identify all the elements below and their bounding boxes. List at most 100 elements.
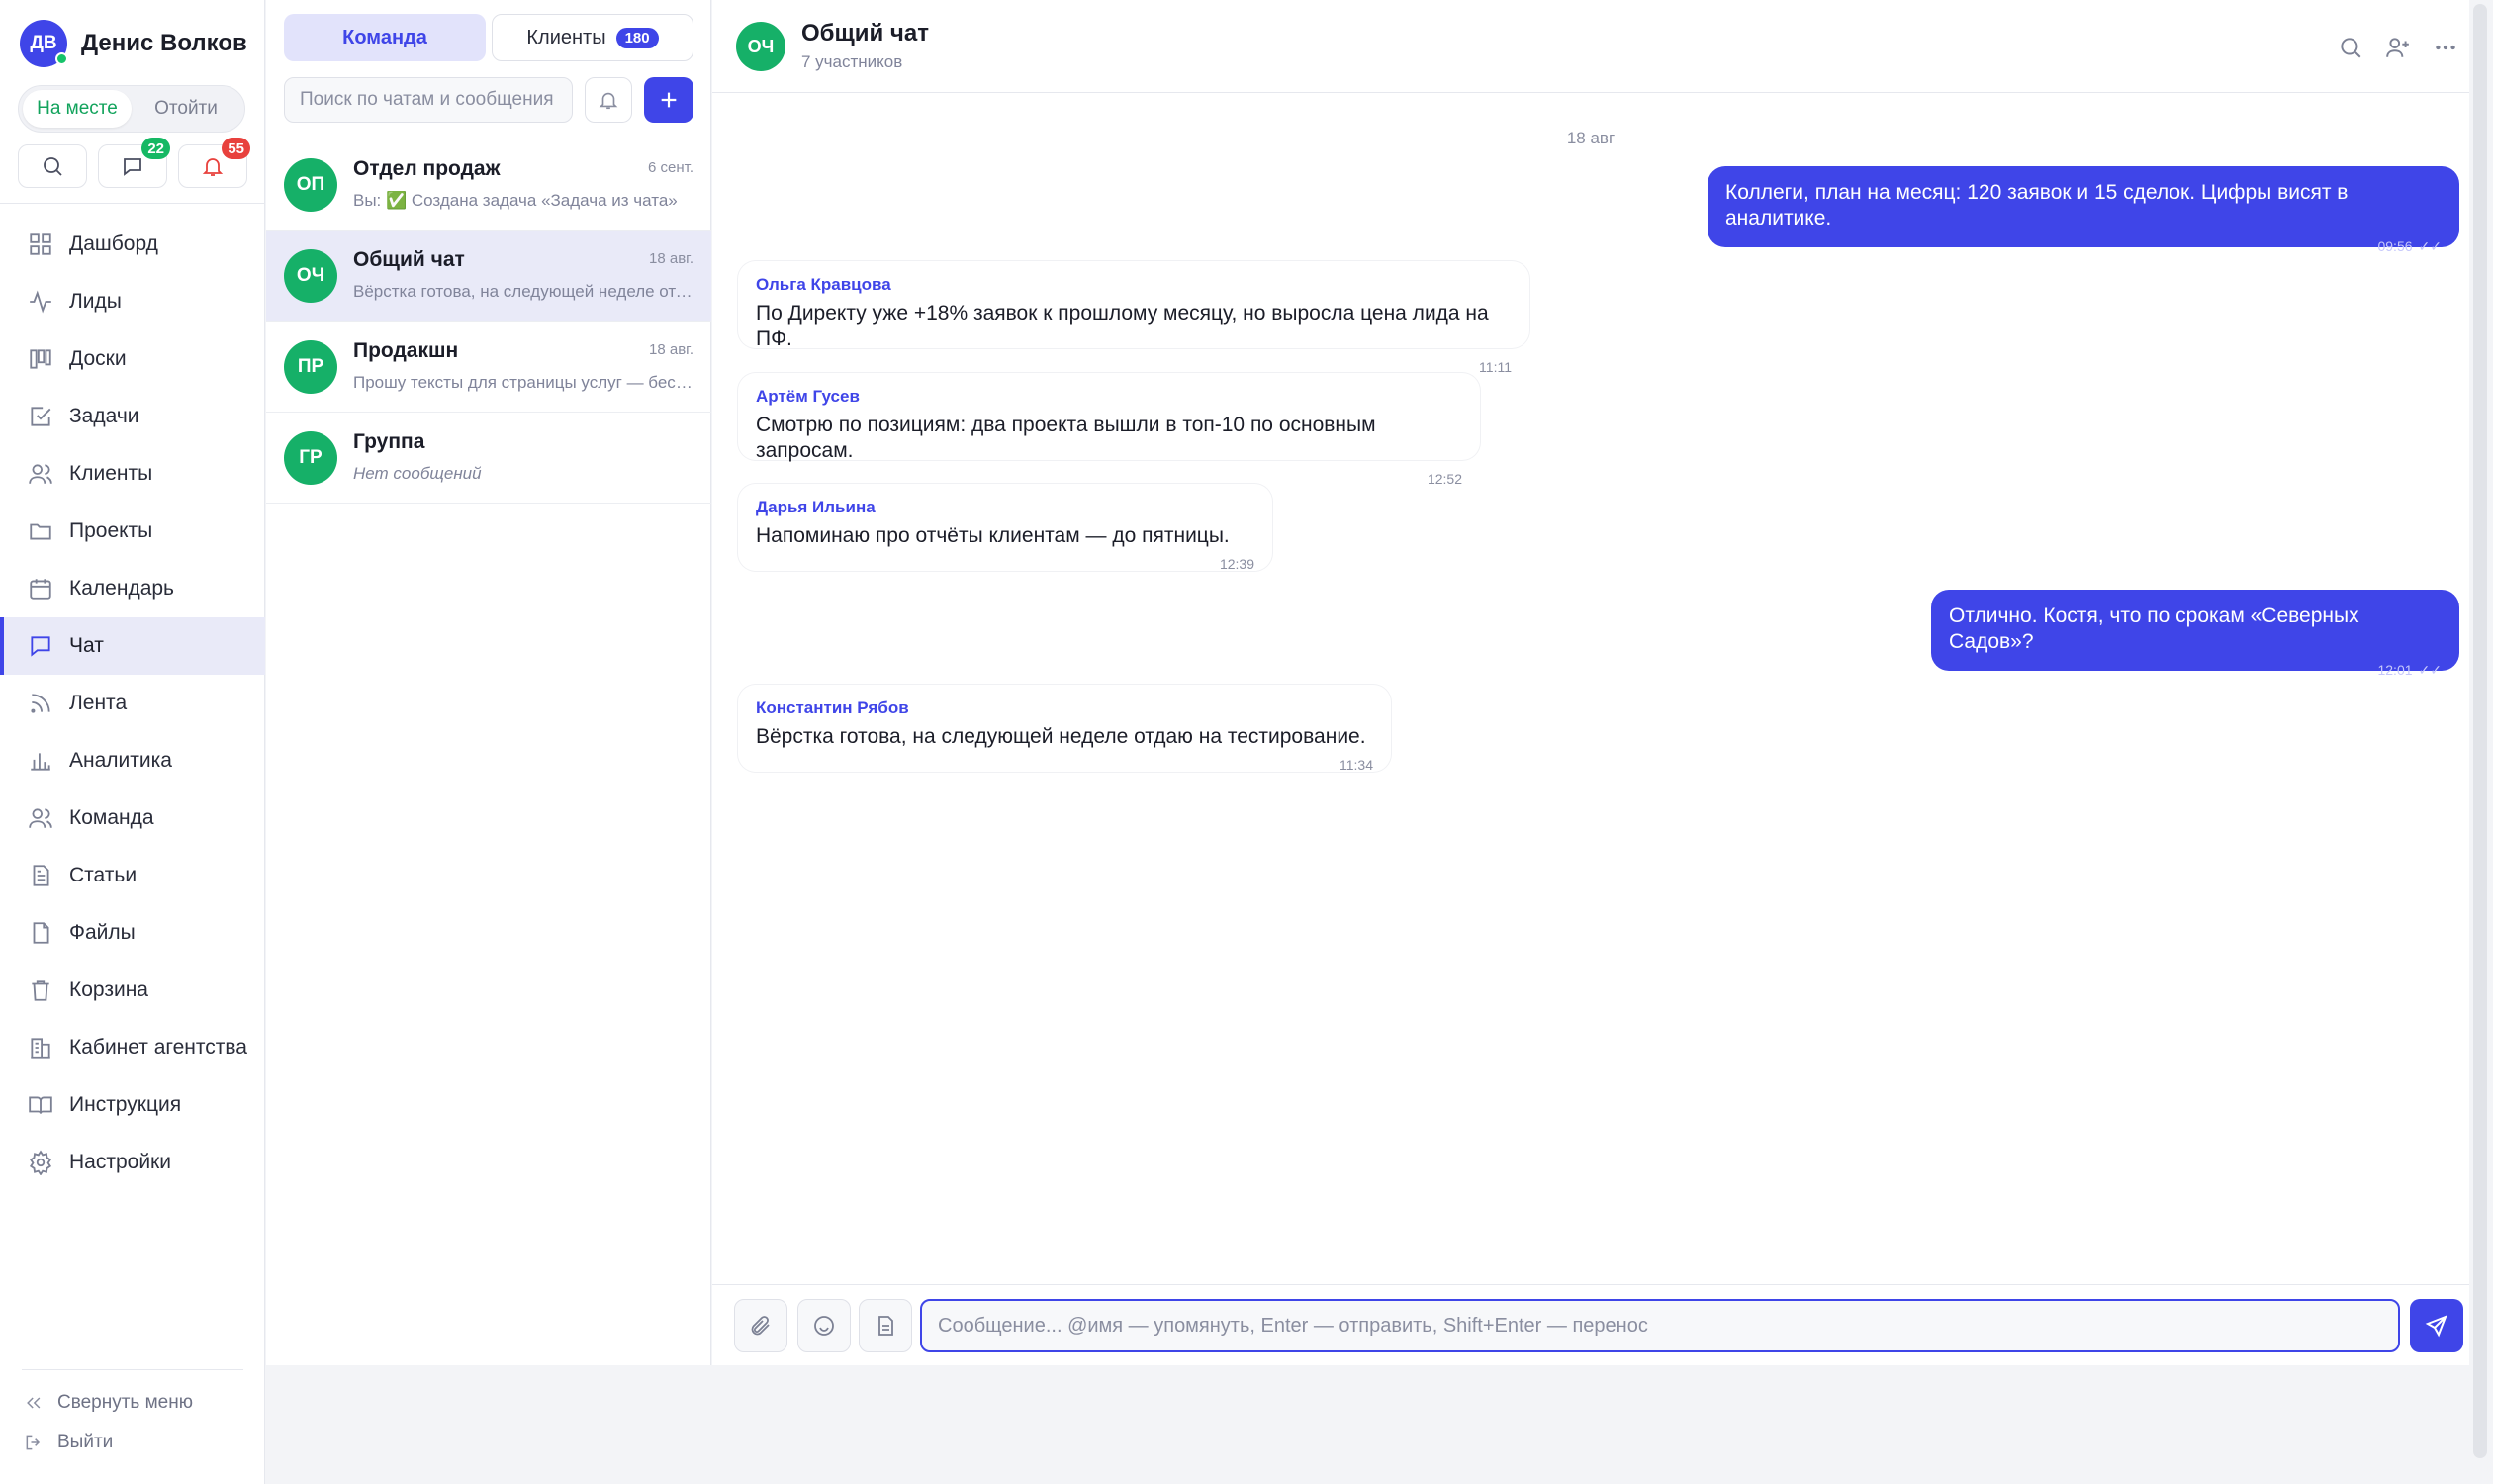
message-bubble-outgoing: Отлично. Костя, что по срокам «Северных …	[1931, 590, 2459, 678]
chat-avatar: ОЧ	[284, 249, 337, 303]
file-icon	[33, 922, 49, 944]
chat-preview: Вы: ✅ Создана задача «Задача из чата»	[353, 191, 678, 210]
conversation-avatar: ОЧ	[736, 22, 785, 71]
message-bubble-incoming: Артём Гусев Смотрю по позициям: два прое…	[738, 373, 1480, 487]
nav-item-label: Лиды	[69, 290, 122, 313]
nav-menu: Дашборд Лиды Доски Задачи Клиенты Проект…	[0, 216, 265, 1191]
nav-item-label: Команда	[69, 806, 154, 829]
chat-item[interactable]: ГР Группа Нет сообщений	[266, 413, 711, 504]
bar-chart-icon	[31, 753, 50, 771]
nav-item-trash[interactable]: Корзина	[0, 962, 265, 1019]
collapse-menu-label: Свернуть меню	[57, 1392, 193, 1413]
send-icon	[2425, 1315, 2447, 1338]
task-icon	[31, 407, 51, 426]
search-icon	[44, 157, 62, 176]
chat-item[interactable]: ОЧ Общий чат 18 авг. Вёрстка готова, на …	[266, 231, 711, 322]
tab-team[interactable]: Команда	[284, 14, 486, 61]
send-button[interactable]	[2410, 1299, 2463, 1352]
message-time: 12:39	[1219, 556, 1254, 572]
scrollbar-thumb[interactable]	[2473, 4, 2487, 1458]
chat-list-panel: Команда Клиенты 180 Поиск по чатам и соо…	[266, 0, 711, 1365]
search-in-chat-button[interactable]	[2327, 30, 2374, 65]
nav-item-label: Лента	[69, 692, 128, 714]
nav-item-feed[interactable]: Лента	[0, 675, 265, 732]
messages-button[interactable]: 22	[98, 138, 170, 188]
plus-icon	[661, 92, 677, 108]
conversation-header: ОЧ Общий чат 7 участников	[712, 0, 2469, 93]
tab-clients[interactable]: Клиенты 180	[492, 14, 693, 61]
nav-item-label: Проекты	[69, 519, 153, 542]
chat-type-tabs: Команда Клиенты 180	[284, 14, 693, 61]
user-avatar[interactable]: ДВ	[20, 20, 68, 67]
message-input[interactable]	[920, 1299, 2400, 1352]
chat-item[interactable]: ПР Продакшн 18 авг. Прошу тексты для стр…	[266, 322, 711, 413]
message-author[interactable]: Ольга Кравцова	[756, 275, 1512, 295]
chat-preview: Прошу тексты для страницы услуг — беспла…	[353, 373, 693, 392]
user-profile[interactable]: ДВ Денис Волков	[20, 20, 247, 67]
message-text: Смотрю по позициям: два проекта вышли в …	[756, 414, 1376, 462]
double-check-icon: ✓✓	[2418, 238, 2442, 254]
new-chat-button[interactable]	[644, 77, 693, 123]
nav-item-chat[interactable]: Чат	[0, 617, 265, 675]
presence-toggle: На месте Отойти	[18, 85, 245, 133]
emoji-icon	[814, 1316, 834, 1336]
message-text: Коллеги, план на месяц: 120 заявок и 15 …	[1725, 181, 2349, 230]
chat-item[interactable]: ОП Отдел продаж 6 сент. Вы: ✅ Создана за…	[266, 139, 711, 231]
participants-count[interactable]: 7 участников	[801, 52, 902, 72]
day-separator: 18 авг	[1566, 129, 1616, 147]
template-button[interactable]	[859, 1299, 912, 1352]
nav-item-label: Аналитика	[69, 749, 172, 772]
dashboard-icon	[30, 233, 51, 255]
more-options-button[interactable]	[2422, 30, 2469, 65]
presence-here-button[interactable]: На месте	[23, 90, 132, 128]
message-author[interactable]: Дарья Ильина	[756, 498, 1254, 517]
gear-icon	[29, 1150, 52, 1175]
logout-button[interactable]: Выйти	[24, 1428, 113, 1457]
emoji-button[interactable]	[797, 1299, 851, 1352]
chat-avatar: ОП	[284, 158, 337, 212]
double-chevron-left-icon	[27, 1397, 41, 1409]
nav-item-tasks[interactable]: Задачи	[0, 388, 265, 445]
chat-date: 18 авг.	[649, 341, 693, 358]
chat-name: Отдел продаж	[353, 157, 501, 180]
nav-item-dashboard[interactable]: Дашборд	[0, 216, 265, 273]
message-author[interactable]: Артём Гусев	[756, 387, 1462, 407]
nav-item-projects[interactable]: Проекты	[0, 503, 265, 560]
main-sidebar: ДВ Денис Волков На месте Отойти 22 55 Да…	[0, 0, 265, 1484]
building-icon	[31, 1038, 50, 1059]
nav-item-leads[interactable]: Лиды	[0, 273, 265, 330]
chat-name: Общий чат	[353, 248, 465, 271]
nav-item-label: Доски	[69, 347, 127, 370]
message-time-value: 12:01	[2377, 662, 2413, 678]
nav-item-analytics[interactable]: Аналитика	[0, 732, 265, 789]
calendar-icon	[30, 579, 51, 600]
quick-actions: 22 55	[18, 138, 250, 188]
double-check-icon: ✓✓	[2418, 662, 2442, 678]
conversation-panel: ОЧ Общий чат 7 участников 18 авг Коллеги…	[712, 0, 2469, 1365]
nav-item-boards[interactable]: Доски	[0, 330, 265, 388]
notifications-button[interactable]: 55	[178, 138, 250, 188]
document-icon	[33, 865, 49, 886]
nav-item-articles[interactable]: Статьи	[0, 847, 265, 904]
nav-item-calendar[interactable]: Календарь	[0, 560, 265, 617]
conversation-actions	[2327, 30, 2469, 65]
user-initials: ДВ	[30, 33, 57, 53]
message-text: Вёрстка готова, на следующей неделе отда…	[756, 725, 1366, 748]
chat-search-input[interactable]: Поиск по чатам и сообщения	[284, 77, 573, 123]
folder-icon	[30, 523, 51, 540]
chat-notifications-button[interactable]	[585, 77, 632, 123]
nav-item-settings[interactable]: Настройки	[0, 1134, 265, 1191]
message-author[interactable]: Константин Рябов	[756, 698, 1373, 718]
nav-item-label: Календарь	[69, 577, 174, 600]
nav-item-files[interactable]: Файлы	[0, 904, 265, 962]
nav-item-team[interactable]: Команда	[0, 789, 265, 847]
collapse-menu-button[interactable]: Свернуть меню	[24, 1388, 193, 1418]
global-search-button[interactable]	[18, 144, 87, 188]
nav-item-guide[interactable]: Инструкция	[0, 1076, 265, 1134]
presence-away-button[interactable]: Отойти	[132, 90, 240, 128]
add-member-button[interactable]	[2374, 30, 2422, 65]
attach-button[interactable]	[734, 1299, 787, 1352]
message-text: По Директу уже +18% заявок к прошлому ме…	[756, 302, 1489, 350]
nav-item-clients[interactable]: Клиенты	[0, 445, 265, 503]
nav-item-agency[interactable]: Кабинет агентства	[0, 1019, 265, 1076]
